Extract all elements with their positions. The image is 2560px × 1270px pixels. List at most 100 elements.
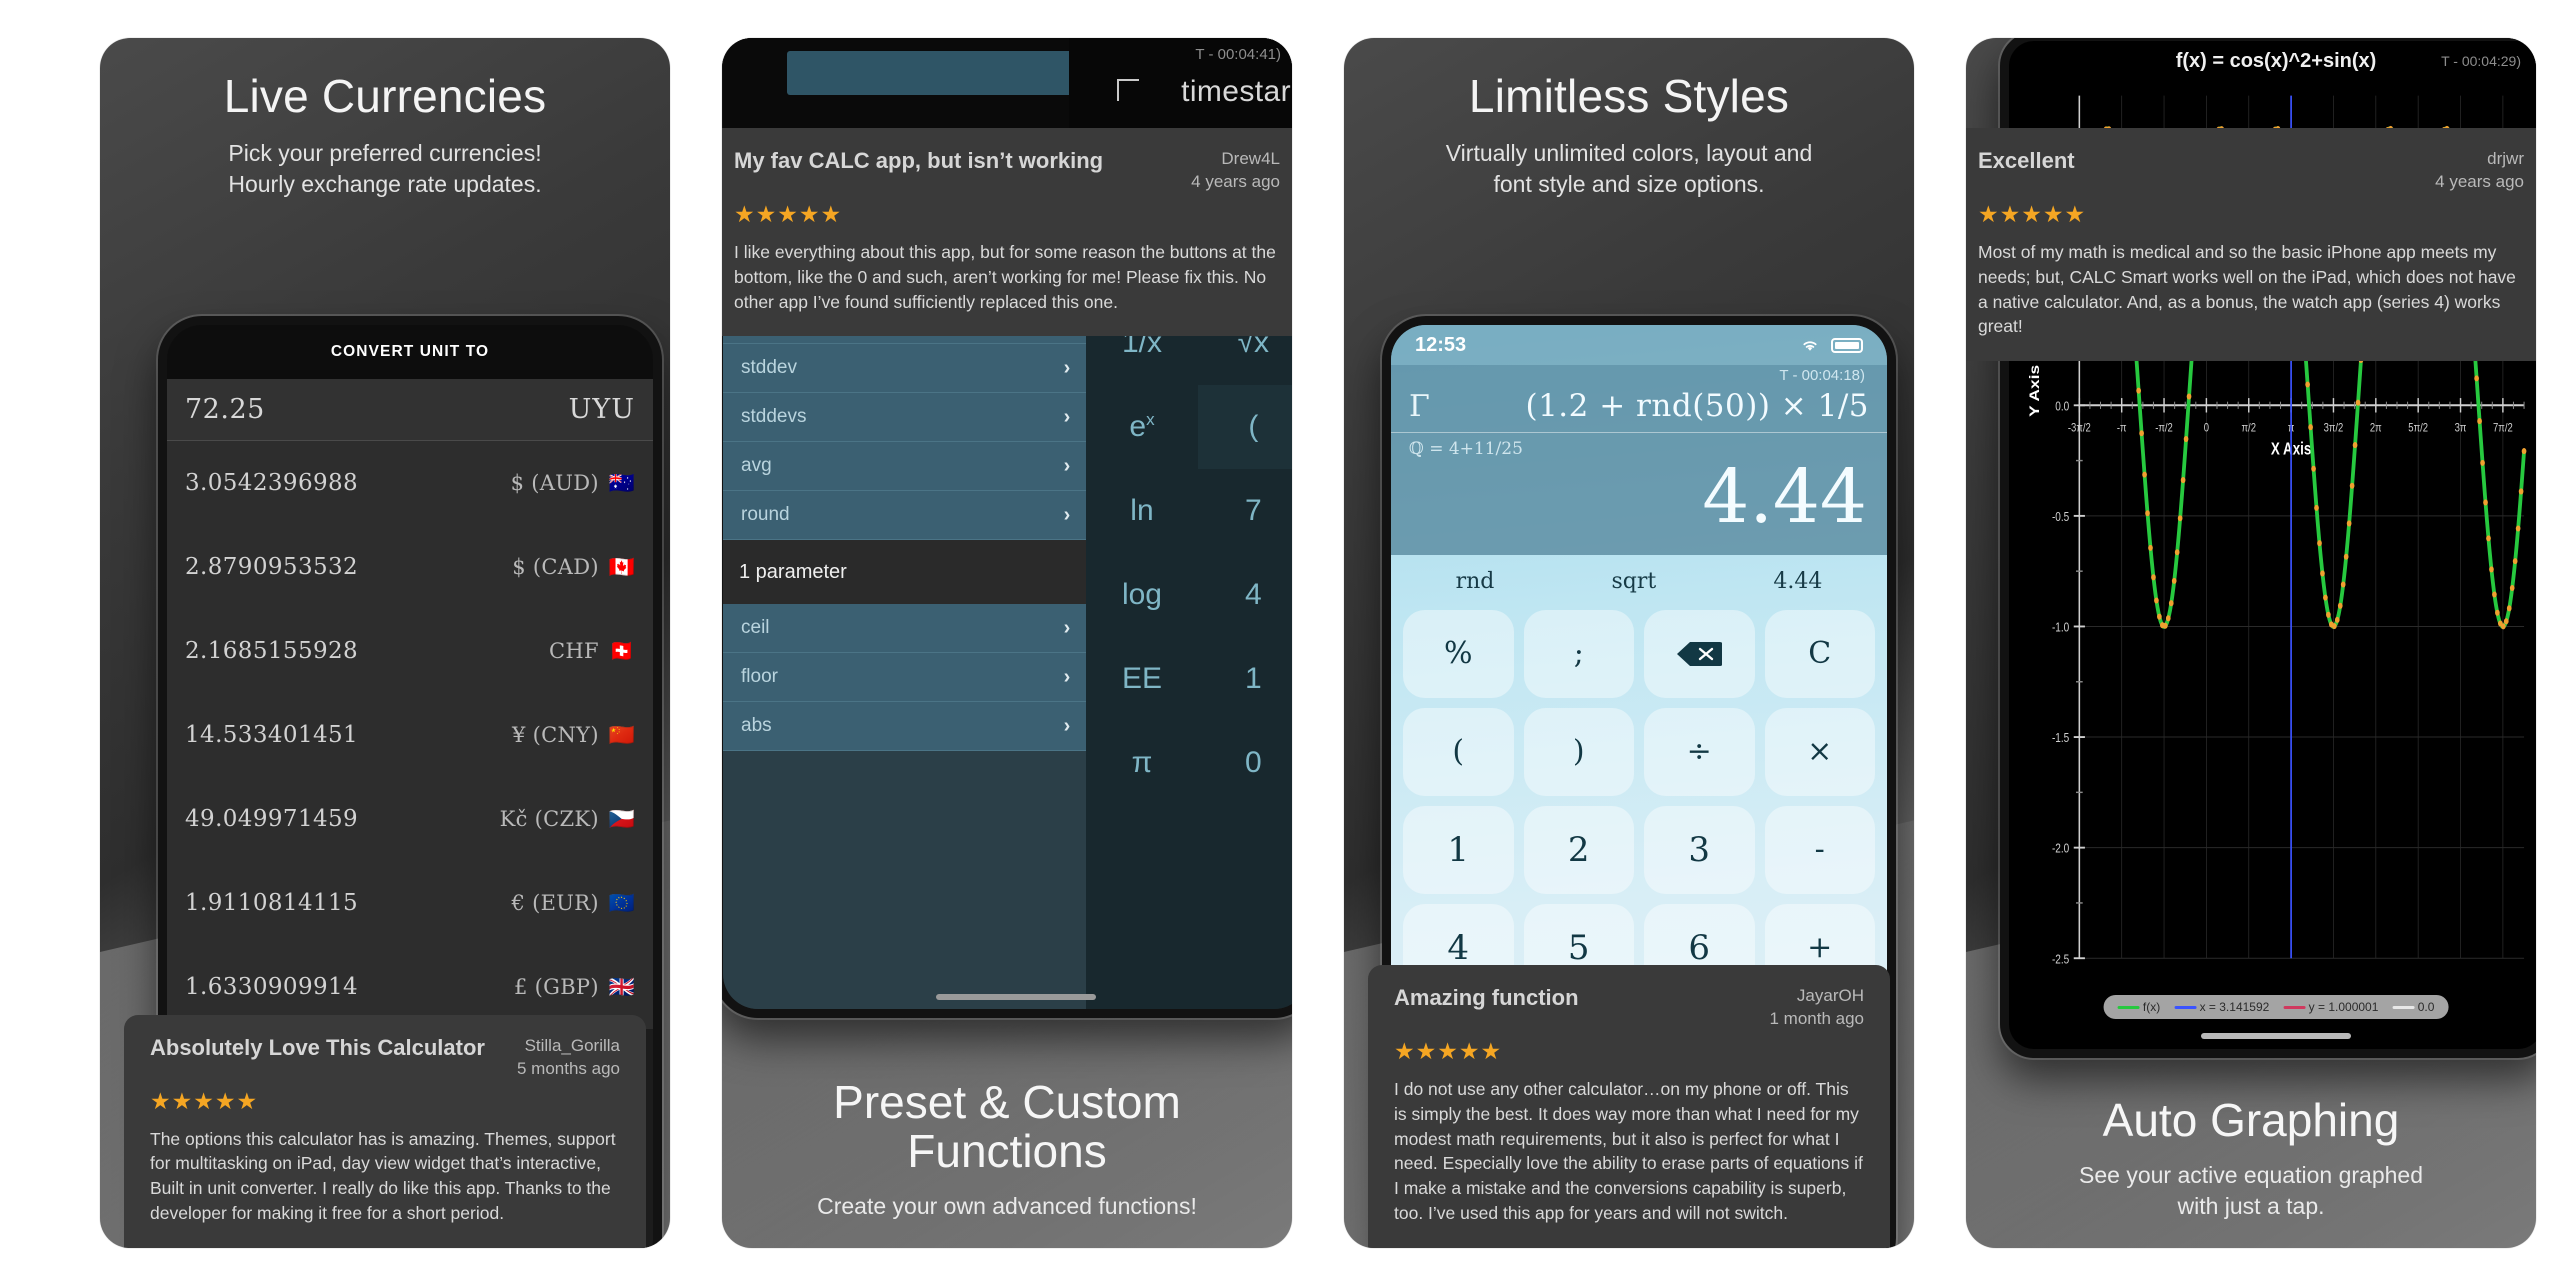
calc-key--[interactable]: - — [1764, 805, 1875, 894]
currency-input-row[interactable]: 72.25 UYU — [167, 379, 653, 441]
backspace-icon — [1677, 641, 1723, 666]
currency-base-code[interactable]: UYU — [569, 394, 635, 425]
chevron-right-icon: › — [1063, 665, 1071, 688]
keypad-key[interactable]: π — [1086, 721, 1197, 805]
panel-auto-graphing: f(x) = cos(x)^2+sin(x) T - 00:04:29) 1.0… — [1966, 38, 2536, 1248]
review-author: drjwr — [2487, 149, 2524, 168]
currency-row[interactable]: 1.9110814115 € (EUR) 🇪🇺 — [167, 861, 653, 945]
backspace-key[interactable] — [1644, 609, 1755, 698]
legend-swatch-zero — [2392, 1006, 2415, 1010]
calculator-keypad[interactable]: %; C () ÷ × 1 2 3 - 4 5 6 + — [1391, 606, 1887, 992]
keypad-key[interactable]: 4 — [1198, 553, 1292, 637]
function-list-item[interactable]: floor › — [723, 653, 1087, 702]
key-label: × — [1807, 734, 1833, 770]
panel2-footer: Preset & Custom Functions Create your ow… — [722, 1077, 1292, 1222]
app-store-screenshot-gallery: Live Currencies Pick your preferred curr… — [0, 0, 2560, 1270]
calc-key-3[interactable]: 3 — [1644, 805, 1755, 894]
svg-text:-π/2: -π/2 — [2155, 421, 2173, 434]
quick-function-4.44[interactable]: 4.44 — [1773, 569, 1822, 594]
currency-row[interactable]: 14.533401451 ¥ (CNY) 🇨🇳 — [167, 693, 653, 777]
review-age: 1 month ago — [1769, 1009, 1864, 1028]
quick-function-sqrt[interactable]: sqrt — [1612, 569, 1657, 594]
function-list-item[interactable]: avg › — [723, 442, 1087, 491]
calc-key-;[interactable]: ; — [1523, 609, 1634, 698]
currency-value: 14.533401451 — [185, 722, 359, 748]
review-meta: Drew4L 4 years ago — [1191, 148, 1280, 194]
currency-code: ¥ (CNY) — [512, 723, 599, 747]
panel1-header: Live Currencies Pick your preferred curr… — [100, 38, 670, 201]
function-list-item[interactable]: stddevs › — [723, 393, 1087, 442]
keypad-key[interactable]: ( — [1197, 385, 1292, 469]
calc-key-)[interactable]: ) — [1523, 707, 1634, 796]
currency-label-group: ¥ (CNY) 🇨🇳 — [512, 723, 635, 747]
svg-text:3π: 3π — [2455, 421, 2467, 434]
keypad-key[interactable]: ex — [1086, 385, 1197, 469]
keypad-key[interactable]: ln — [1086, 469, 1197, 553]
function-name: round — [741, 504, 790, 525]
status-icons — [1799, 337, 1863, 353]
key-label: ) — [1572, 734, 1585, 770]
currency-code: Kč (CZK) — [499, 807, 599, 831]
svg-text:-3π/2: -3π/2 — [2068, 421, 2091, 434]
functions-topbar: T - 00:04:41) timestar — [723, 38, 1292, 133]
quick-function-rnd[interactable]: rnd — [1456, 569, 1495, 594]
svg-text:0: 0 — [2204, 421, 2209, 434]
review-author: JayarOH — [1796, 986, 1864, 1006]
svg-text:7π/2: 7π/2 — [2493, 421, 2513, 434]
currency-label-group: Kč (CZK) 🇨🇿 — [500, 807, 635, 831]
review-meta: JayarOH 1 month ago — [1769, 985, 1864, 1031]
keypad-key[interactable]: log — [1086, 553, 1197, 637]
expression-row[interactable]: Γ (1.2 + rnd(50)) × 1/5 — [1391, 384, 1887, 433]
expression-text[interactable]: (1.2 + rnd(50)) × 1/5 — [1525, 388, 1869, 424]
key-label: ln — [1130, 494, 1154, 527]
calc-key-2[interactable]: 2 — [1523, 805, 1634, 894]
keypad-key[interactable]: 0 — [1198, 721, 1292, 805]
page-title: Auto Graphing — [2102, 1094, 2400, 1147]
currency-row[interactable]: 2.8790953532 $ (CAD) 🇨🇦 — [167, 525, 653, 609]
keypad-key[interactable]: EE — [1086, 637, 1197, 721]
review-card-2: My fav CALC app, but isn’t working Drew4… — [722, 128, 1292, 337]
function-list-item[interactable]: round › — [723, 491, 1087, 540]
calc-key-÷[interactable]: ÷ — [1644, 707, 1755, 796]
keypad-key[interactable]: 7 — [1198, 469, 1292, 553]
calc-key-1[interactable]: 1 — [1403, 805, 1514, 894]
review-header: Amazing function JayarOH 1 month ago — [1394, 985, 1864, 1031]
currency-list[interactable]: 3.0542396988 $ (AUD) 🇦🇺 2.8790953532 $ (CAD)… — [167, 441, 653, 1029]
page-title: Limitless Styles — [1468, 70, 1790, 122]
key-label: + — [1807, 930, 1833, 966]
svg-text:Y Axis: Y Axis — [2028, 365, 2043, 417]
currency-row[interactable]: 3.0542396988 $ (AUD) 🇦🇺 — [167, 441, 653, 525]
review-card-3: Amazing function JayarOH 1 month ago ★★★… — [1368, 965, 1890, 1248]
page-title: Live Currencies — [223, 70, 547, 122]
quick-function-bar[interactable]: rnd sqrt 4.44 — [1391, 555, 1887, 606]
calc-key-C[interactable]: C — [1764, 609, 1875, 698]
calc-key-×[interactable]: × — [1764, 707, 1875, 796]
key-label: - — [1814, 832, 1825, 868]
currency-value: 2.8790953532 — [185, 554, 359, 580]
svg-text:2π: 2π — [2370, 421, 2382, 434]
svg-text:5π/2: 5π/2 — [2408, 421, 2428, 434]
key-label: ÷ — [1686, 734, 1712, 770]
key-label: 3 — [1688, 829, 1711, 870]
calc-key-([interactable]: ( — [1403, 707, 1514, 796]
key-label: ex — [1129, 410, 1155, 443]
svg-text:3π/2: 3π/2 — [2324, 421, 2344, 434]
currency-row[interactable]: 49.049971459 Kč (CZK) 🇨🇿 — [167, 777, 653, 861]
star-rating-icon: ★★★★★ — [1978, 200, 2087, 227]
function-list-item[interactable]: abs › — [723, 702, 1087, 751]
chevron-right-icon: › — [1063, 616, 1071, 639]
currency-code: $ (AUD) — [510, 471, 599, 495]
calc-key-%[interactable]: % — [1403, 609, 1514, 698]
keypad-key[interactable]: 1 — [1198, 637, 1292, 721]
currency-row[interactable]: 2.1685155928 CHF 🇨🇭 — [167, 609, 653, 693]
function-name: ceil — [741, 617, 770, 638]
currency-amount-input[interactable]: 72.25 — [185, 394, 265, 425]
function-list-item[interactable]: stddev › — [723, 344, 1087, 393]
home-indicator — [2201, 1033, 2351, 1039]
review-body: Most of my math is medical and so the ba… — [1978, 241, 2516, 337]
currency-value: 3.0542396988 — [185, 470, 359, 496]
key-label: log — [1121, 578, 1162, 611]
svg-text:π/2: π/2 — [2242, 421, 2256, 434]
legend-fx: f(x) — [2117, 1000, 2160, 1014]
function-list-item[interactable]: ceil › — [723, 604, 1087, 653]
